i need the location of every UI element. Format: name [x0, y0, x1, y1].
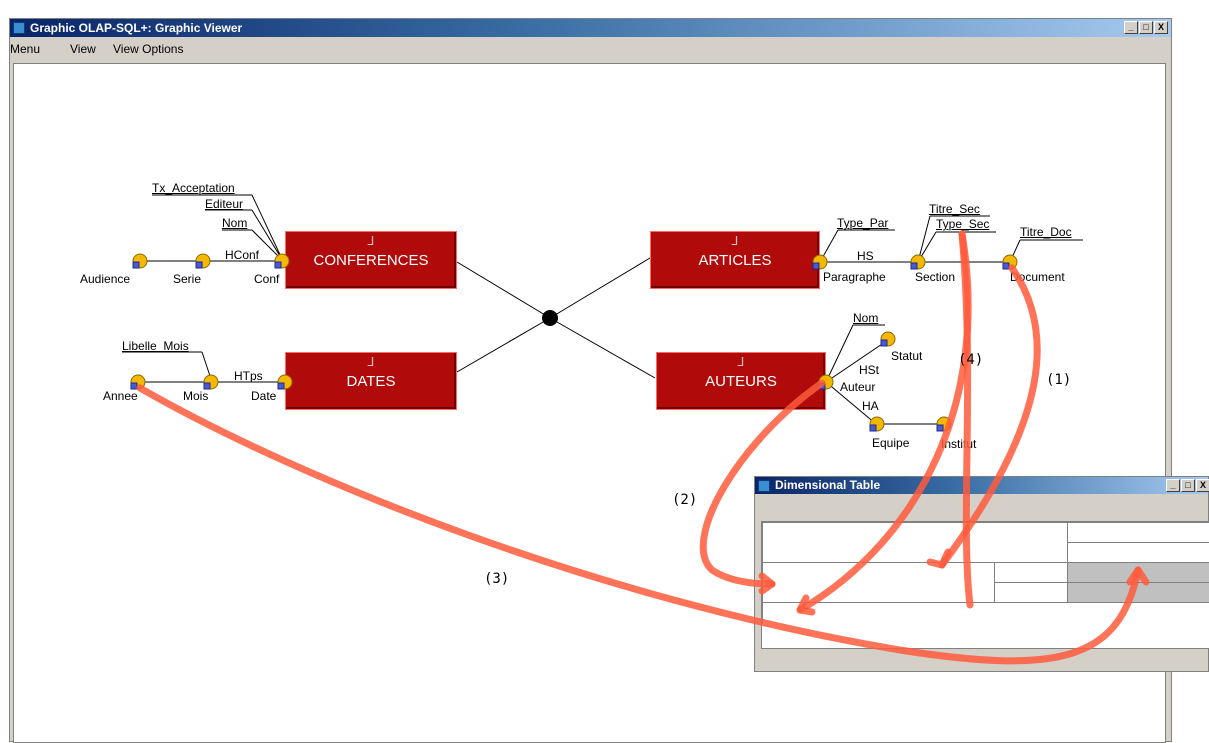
level-annee: Annee	[103, 389, 138, 403]
level-node-icon[interactable]	[277, 374, 293, 390]
hierarchy-ha: HA	[862, 399, 879, 413]
table-cell[interactable]	[994, 562, 1067, 582]
dimensional-table-grid[interactable]	[761, 521, 1209, 649]
level-equipe: Equipe	[872, 436, 910, 450]
level-institut: Institut	[941, 437, 977, 451]
level-paragraphe: Paragraphe	[823, 270, 886, 284]
fact-label: DATES	[346, 373, 396, 390]
level-node-icon[interactable]	[195, 253, 211, 269]
hierarchy-htps: HTps	[234, 369, 263, 383]
maximize-button[interactable]: □	[1181, 479, 1195, 492]
level-node-icon[interactable]	[1002, 254, 1018, 270]
annotation-label-2: (2)	[672, 492, 698, 508]
fact-glyph-icon: ⅃	[737, 355, 745, 369]
annotation-label-3: (3)	[484, 571, 510, 587]
attr-titre-sec: Titre_Sec	[929, 202, 980, 216]
level-mois: Mois	[183, 389, 209, 403]
table-cell[interactable]	[1067, 522, 1209, 542]
level-node-icon[interactable]	[130, 374, 146, 390]
table-cell-highlighted[interactable]	[1067, 562, 1209, 582]
fact-label: ARTICLES	[698, 252, 772, 269]
fact-conferences[interactable]: ⅃ CONFERENCES	[285, 231, 457, 289]
level-node-icon[interactable]	[869, 416, 885, 432]
attr-editeur: Editeur	[205, 197, 244, 211]
attr-type-par: Type_Par	[837, 216, 889, 230]
level-node-icon[interactable]	[880, 331, 896, 347]
level-document: Document	[1010, 270, 1065, 284]
subwindow-titlebar[interactable]: Dimensional Table _ □ X	[755, 477, 1209, 494]
fact-label: CONFERENCES	[313, 252, 429, 269]
attr-libelle-mois: Libelle_Mois	[122, 339, 189, 353]
level-section: Section	[915, 270, 956, 284]
attr-type-sec: Type_Sec	[936, 217, 990, 231]
attr-tx-acceptation: Tx_Acceptation	[152, 181, 235, 195]
fact-dates[interactable]: ⅃ DATES	[285, 352, 457, 410]
table-window-icon	[758, 480, 770, 492]
level-serie: Serie	[173, 272, 202, 286]
fact-glyph-icon: ⅃	[367, 355, 375, 369]
level-auteur: Auteur	[840, 380, 876, 394]
annotation-label-1: (1)	[1046, 372, 1072, 388]
attr-titre-doc: Titre_Doc	[1020, 225, 1072, 239]
level-node-icon[interactable]	[812, 254, 828, 270]
fact-glyph-icon: ⅃	[731, 234, 739, 248]
table-cell[interactable]	[994, 582, 1067, 602]
level-node-icon[interactable]	[936, 416, 952, 432]
attr-nom-conf: Nom	[222, 216, 248, 230]
table-cell[interactable]	[1067, 542, 1209, 562]
table-cell-highlighted[interactable]	[1067, 582, 1209, 602]
fact-label: AUTEURS	[705, 373, 777, 390]
level-node-icon[interactable]	[203, 374, 219, 390]
fact-articles[interactable]: ⅃ ARTICLES	[650, 231, 820, 289]
table-cell[interactable]	[762, 522, 1067, 562]
hierarchy-hst: HSt	[859, 363, 880, 377]
level-statut: Statut	[891, 349, 923, 363]
table-cell[interactable]	[762, 562, 994, 602]
close-button[interactable]: X	[1196, 479, 1209, 492]
table-cell[interactable]	[762, 602, 1209, 624]
fact-glyph-icon: ⅃	[367, 234, 375, 248]
dimensional-table-window: Dimensional Table _ □ X	[754, 476, 1209, 672]
level-node-icon[interactable]	[274, 253, 290, 269]
level-node-icon[interactable]	[910, 254, 926, 270]
level-conf: Conf	[254, 272, 280, 286]
hierarchy-hs: HS	[857, 249, 874, 263]
level-node-icon[interactable]	[818, 374, 834, 390]
level-audience: Audience	[80, 272, 131, 286]
level-node-icon[interactable]	[132, 253, 148, 269]
attr-nom-auteur: Nom	[853, 311, 879, 325]
fact-auteurs[interactable]: ⅃ AUTEURS	[656, 352, 826, 410]
subwindow-title: Dimensional Table	[775, 478, 881, 492]
level-date: Date	[251, 389, 277, 403]
hierarchy-hconf: HConf	[225, 248, 260, 262]
star-hub	[542, 310, 558, 326]
annotation-label-4: (4)	[958, 352, 984, 368]
minimize-button[interactable]: _	[1166, 479, 1180, 492]
